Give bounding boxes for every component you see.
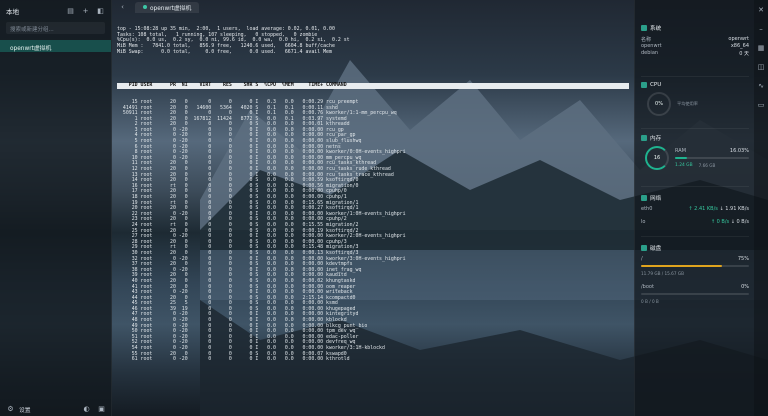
network-card: 网络 eth0 ↑ 2.41 KB/s ↓ 1.91 KB/s lo ↑ 0 B/s… [641,194,749,226]
memory-bar [675,157,749,159]
terminal-icon[interactable]: ▭ [757,101,766,110]
cpu-note: 平均使用率 [677,101,698,106]
ram-value: 16.03% [729,148,749,154]
add-icon[interactable]: + [81,7,90,16]
memory-title: 内存 [650,136,662,142]
disk-percent: 75% [737,256,749,262]
monitor-icon[interactable]: ◫ [757,63,766,72]
sidebar-item-openwrt[interactable]: openwrt虚拟机 [0,40,111,52]
cpu-gauge: 0% [647,92,671,116]
disk-bar [641,265,749,267]
disk-card: 磁盘 / 75% 11.79 GB / 15.67 GB /boot 0% 0 B … [641,244,749,304]
net-down: ↓ 1.91 KB/s [719,206,750,212]
net-up: ↑ 0 B/s [710,219,730,225]
system-key: 名称 [641,37,652,43]
system-value: x86_64 [730,43,749,49]
tab-bar: ‹ openwrt虚拟机 [112,0,632,14]
tab-openwrt[interactable]: openwrt虚拟机 [135,1,200,13]
system-title: 系统 [650,26,662,32]
back-icon[interactable]: ‹ [118,3,127,12]
sidebar-title: 本地 [6,8,19,16]
memory-card: 内存 16 RAM 16.03% 1.24 GB 7.66 GB [641,134,749,170]
memory-gauge: 16 [645,146,669,170]
iface-name: lo [641,219,646,225]
process-table-header: PID USER PR NI VIRT RES SHR S %CPU %MEM … [117,83,629,89]
process-row: 61 root 0 -20 0 0 0 I 0.0 0.0 0:00.00 kt… [117,356,350,363]
memory-used: 1.24 GB [675,163,693,168]
theme-icon[interactable]: ◐ [82,405,91,414]
sidebar-footer: ⚙ 设置 ◐ ▣ [0,402,112,416]
close-icon[interactable]: ✕ [757,6,766,15]
disk-percent: 0% [741,284,749,290]
system-icon [641,25,647,31]
gear-icon[interactable]: ⚙ [6,405,15,414]
sidebar-search-input[interactable]: 搜索或新建分组... [6,22,105,34]
disk-title: 磁盘 [650,246,662,252]
divider [641,76,749,77]
disk-mount: / [641,256,643,262]
right-toolbar: ✕ – ▦ ◫ ∿ ▭ [754,0,768,416]
settings-label[interactable]: 设置 [19,405,31,414]
net-down: ↓ 0 B/s [730,219,749,225]
divider [641,186,749,187]
divider [641,236,749,237]
memory-icon [641,135,647,141]
connected-status-dot [143,5,147,9]
terminal-icon[interactable]: ▣ [97,405,106,414]
network-title: 网络 [650,196,662,202]
tab-label: openwrt虚拟机 [150,5,192,12]
disk-bar-fill [641,265,722,267]
system-key: debian [641,50,659,56]
memory-total: 7.66 GB [698,163,716,168]
monitor-panel: 系统 名称 openwrt openwrt x86_64 debian 0 天 CPU… [634,0,754,416]
sidebar-item-label: openwrt虚拟机 [10,46,52,52]
system-card: 系统 名称 openwrt openwrt x86_64 debian 0 天 [641,24,749,57]
disk-detail: 11.79 GB / 15.67 GB [641,271,684,276]
system-key: openwrt [641,43,662,49]
memory-bar-fill [675,157,687,159]
net-up: ↑ 2.41 KB/s [688,206,718,212]
disk-detail: 0 B / 0 B [641,299,659,304]
cpu-gauge-value: 0% [655,101,663,107]
system-value: 0 天 [739,51,749,57]
sidebar-header: 本地 ▤ + ◧ [0,0,111,22]
iface-name: eth0 [641,206,653,212]
collapse-icon[interactable]: ◧ [96,7,105,16]
ram-label: RAM [675,148,687,154]
stats-icon[interactable]: ∿ [757,82,766,91]
layers-icon[interactable]: ▦ [757,44,766,53]
memory-gauge-value: 16 [653,155,661,161]
cpu-icon [641,82,647,88]
cpu-title: CPU [650,82,662,88]
divider [641,128,749,129]
minimize-icon[interactable]: – [757,25,766,34]
host-sidebar: 本地 ▤ + ◧ 搜索或新建分组... openwrt虚拟机 ⚙ 设置 ◐ ▣ [0,0,112,416]
disk-bar [641,293,749,295]
top-summary-line: MiB Swap: 0.0 total, 0.0 free, 0.0 used.… [117,48,332,55]
new-file-icon[interactable]: ▤ [66,7,75,16]
terminal-output[interactable]: top - 15:08:28 up 35 min, 2:00, 1 users,… [112,16,632,416]
cpu-card: CPU 0% 平均使用率 [641,82,749,116]
disk-mount: /boot [641,284,654,290]
system-value: openwrt [728,36,749,42]
network-icon [641,195,647,201]
disk-icon [641,245,647,251]
